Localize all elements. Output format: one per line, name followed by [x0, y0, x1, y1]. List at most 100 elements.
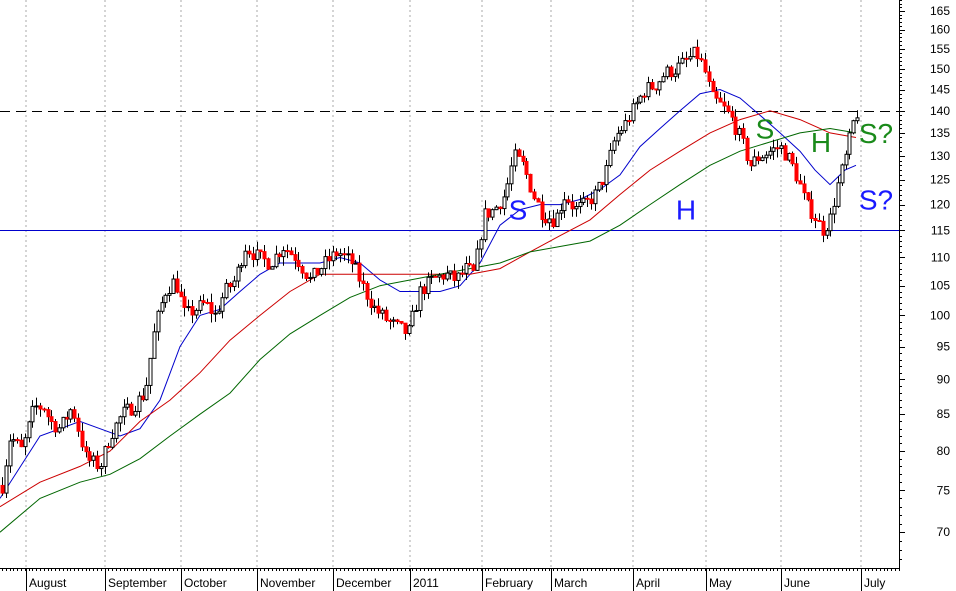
candle-body	[608, 149, 613, 167]
candle-body	[99, 466, 104, 470]
candle-body	[756, 156, 761, 162]
candle-body	[224, 282, 229, 299]
candle-body	[205, 301, 210, 304]
y-tick-label: 70	[937, 525, 951, 539]
pattern-annotation: S?	[859, 185, 893, 216]
candle-body	[711, 80, 716, 93]
y-tick-label: 160	[930, 23, 950, 37]
stock-candlestick-chart: S H S? S H S? 70 75 80 85 90 95 100 105 110 115 120 125 1…	[0, 0, 956, 591]
candle-body	[118, 416, 123, 424]
candle-body	[616, 132, 621, 142]
y-tick-label: 95	[937, 340, 951, 354]
candle-body	[448, 270, 453, 274]
x-tick-label: April	[636, 576, 660, 590]
x-tick-label: October	[184, 576, 227, 590]
candle-body	[38, 405, 43, 410]
candle-body	[160, 302, 165, 312]
candle-body	[148, 357, 153, 386]
candle-body	[840, 164, 845, 184]
candle-body	[768, 150, 773, 156]
candle-body	[0, 484, 5, 494]
y-tick-label: 85	[937, 407, 951, 421]
candle-body	[49, 416, 54, 423]
candle-body	[646, 82, 651, 98]
candle-body	[680, 57, 685, 64]
candle-body	[19, 439, 24, 448]
candle-body	[619, 130, 624, 134]
y-tick-label: 140	[930, 104, 950, 118]
candle-body	[695, 46, 700, 60]
candle-body	[718, 97, 723, 103]
candle-body	[441, 274, 446, 280]
x-tick-label: November	[260, 576, 315, 590]
candle-body	[521, 155, 526, 162]
candle-body	[68, 409, 73, 420]
candle-body	[403, 322, 408, 334]
moving-average-line	[0, 127, 857, 533]
candle-body	[821, 220, 826, 236]
candle-body	[809, 199, 814, 219]
y-tick-label: 105	[930, 279, 950, 293]
candle-body	[361, 280, 366, 284]
candle-body	[570, 201, 575, 210]
candle-body	[600, 181, 605, 186]
candle-body	[232, 280, 237, 288]
candle-body	[258, 249, 263, 253]
candle-body	[828, 213, 833, 232]
candle-body	[91, 455, 96, 461]
candle-body	[247, 250, 252, 255]
candle-body	[806, 192, 811, 201]
candle-body	[251, 253, 256, 261]
candle-body	[802, 183, 807, 194]
candle-body	[236, 266, 241, 282]
x-tick-label: December	[336, 576, 391, 590]
candle-body	[61, 416, 66, 429]
candle-body	[771, 147, 776, 152]
candle-body	[384, 309, 389, 321]
candle-body	[319, 268, 324, 275]
candle-body	[452, 270, 457, 281]
candle-body	[76, 417, 81, 432]
y-tick-label: 165	[930, 4, 950, 18]
candle-body	[566, 199, 571, 203]
candle-body	[110, 437, 115, 448]
y-tick-label: 130	[930, 149, 950, 163]
candle-body	[684, 57, 689, 60]
candle-body	[304, 272, 309, 279]
pattern-annotation: S	[756, 113, 775, 144]
candle-body	[612, 140, 617, 151]
candle-body	[209, 302, 214, 314]
candle-body	[707, 71, 712, 82]
candle-body	[175, 278, 180, 293]
candle-body	[296, 259, 301, 268]
candle-body	[103, 446, 108, 468]
candle-body	[422, 286, 427, 295]
pattern-annotation: H	[811, 127, 831, 158]
candle-body	[179, 291, 184, 298]
candle-body	[536, 198, 541, 203]
candle-body	[676, 62, 681, 75]
candle-body	[574, 206, 579, 210]
candle-body	[642, 95, 647, 98]
y-tick-label: 120	[930, 198, 950, 212]
x-tick-label: February	[485, 576, 533, 590]
x-axis: August September October November December 20…	[0, 568, 900, 591]
candle-body	[783, 145, 788, 161]
candle-body	[589, 198, 594, 205]
candle-body	[543, 219, 548, 224]
candle-body	[42, 408, 47, 411]
candle-body	[293, 254, 298, 261]
candle-body	[494, 206, 499, 211]
candle-body	[467, 263, 472, 266]
candle-body	[836, 182, 841, 207]
candle-body	[456, 272, 461, 281]
candle-body	[171, 278, 176, 295]
candle-body	[137, 395, 142, 412]
candle-body	[479, 239, 484, 250]
candle-body	[262, 251, 267, 260]
y-tick-label: 145	[930, 83, 950, 97]
candle-body	[27, 421, 32, 439]
y-tick-label: 75	[937, 483, 951, 497]
candle-body	[562, 199, 567, 212]
candle-body	[220, 297, 225, 312]
